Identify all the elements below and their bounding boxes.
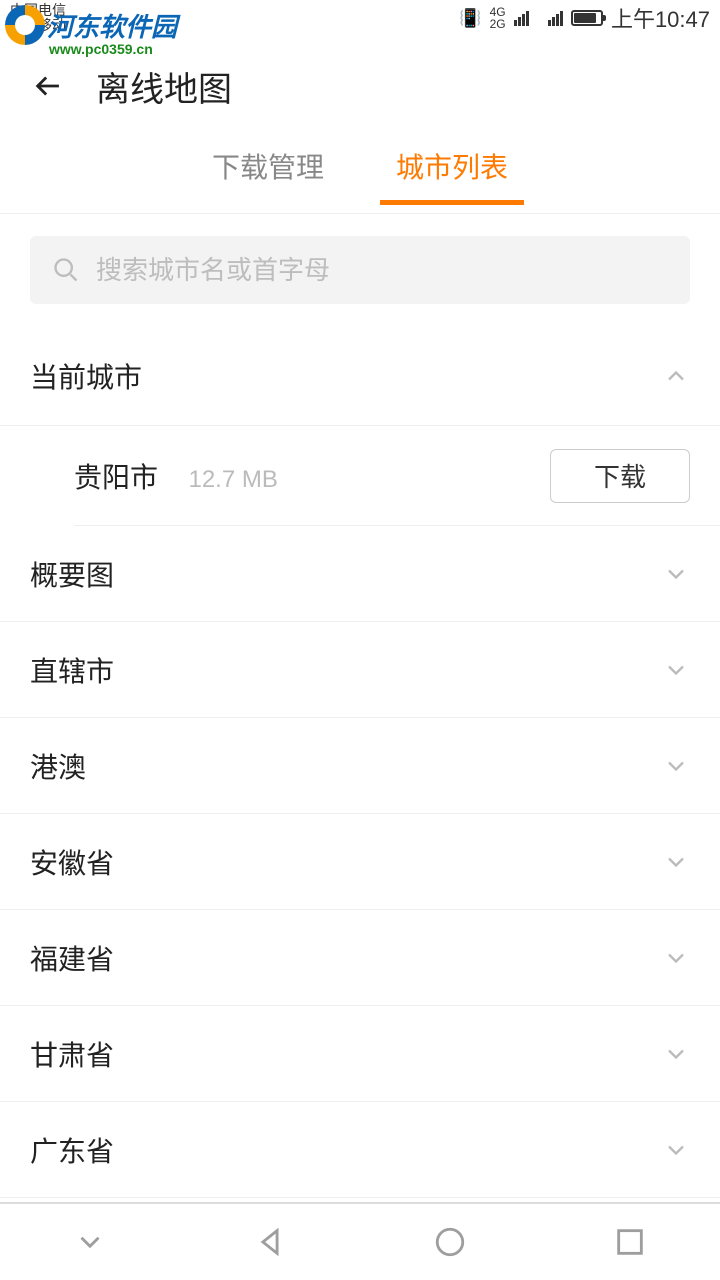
search-input[interactable] bbox=[96, 255, 668, 286]
category-municipality[interactable]: 直辖市 bbox=[0, 622, 720, 718]
category-gansu[interactable]: 甘肃省 bbox=[0, 1006, 720, 1102]
battery-icon bbox=[571, 10, 603, 26]
category-label: 安徽省 bbox=[30, 842, 114, 882]
chevron-down-icon bbox=[662, 752, 690, 780]
system-nav-bar bbox=[0, 1202, 720, 1280]
nav-home-button[interactable] bbox=[432, 1224, 468, 1260]
back-arrow-icon bbox=[32, 69, 66, 103]
status-time: 上午10:47 bbox=[611, 2, 710, 34]
watermark-logo: 河东软件园 www.pc0359.cn bbox=[5, 5, 177, 57]
category-label: 福建省 bbox=[30, 938, 114, 978]
watermark-title: 河东软件园 bbox=[47, 7, 177, 44]
category-guangdong[interactable]: 广东省 bbox=[0, 1102, 720, 1198]
search-box[interactable] bbox=[30, 236, 690, 304]
category-label: 概要图 bbox=[30, 554, 114, 594]
category-fujian[interactable]: 福建省 bbox=[0, 910, 720, 1006]
category-label: 甘肃省 bbox=[30, 1034, 114, 1074]
download-button[interactable]: 下载 bbox=[550, 449, 690, 503]
nav-hide-button[interactable] bbox=[72, 1224, 108, 1260]
section-title-current-city: 当前城市 bbox=[30, 356, 142, 396]
city-size: 12.7 MB bbox=[188, 466, 277, 493]
watermark-icon bbox=[5, 5, 45, 45]
category-label: 直辖市 bbox=[30, 650, 114, 690]
vibrate-icon: 📳 bbox=[459, 8, 481, 29]
category-anhui[interactable]: 安徽省 bbox=[0, 814, 720, 910]
signal-2-icon bbox=[548, 11, 563, 26]
chevron-down-icon bbox=[662, 1136, 690, 1164]
back-button[interactable] bbox=[30, 67, 68, 105]
search-icon bbox=[52, 256, 80, 284]
chevron-down-icon bbox=[662, 560, 690, 588]
tab-bar: 下载管理 城市列表 bbox=[0, 136, 720, 214]
city-name: 贵阳市 bbox=[74, 462, 158, 493]
category-label: 港澳 bbox=[30, 746, 86, 786]
category-label: 广东省 bbox=[30, 1130, 114, 1170]
nav-recent-button[interactable] bbox=[612, 1224, 648, 1260]
section-current-city[interactable]: 当前城市 bbox=[0, 326, 720, 426]
nav-back-button[interactable] bbox=[252, 1224, 288, 1260]
page-title: 离线地图 bbox=[96, 62, 232, 111]
signal-1-icon bbox=[514, 11, 529, 26]
chevron-down-icon bbox=[662, 848, 690, 876]
category-hkmo[interactable]: 港澳 bbox=[0, 718, 720, 814]
chevron-down-icon bbox=[662, 656, 690, 684]
category-overview[interactable]: 概要图 bbox=[0, 526, 720, 622]
tab-city-list[interactable]: 城市列表 bbox=[390, 146, 514, 204]
city-row-guiyang: 贵阳市 12.7 MB 下载 bbox=[74, 426, 720, 526]
chevron-down-icon bbox=[662, 944, 690, 972]
chevron-up-icon bbox=[662, 362, 690, 390]
tab-download-mgmt[interactable]: 下载管理 bbox=[206, 146, 330, 204]
chevron-down-icon bbox=[662, 1040, 690, 1068]
net-2g: 2G bbox=[490, 17, 506, 31]
